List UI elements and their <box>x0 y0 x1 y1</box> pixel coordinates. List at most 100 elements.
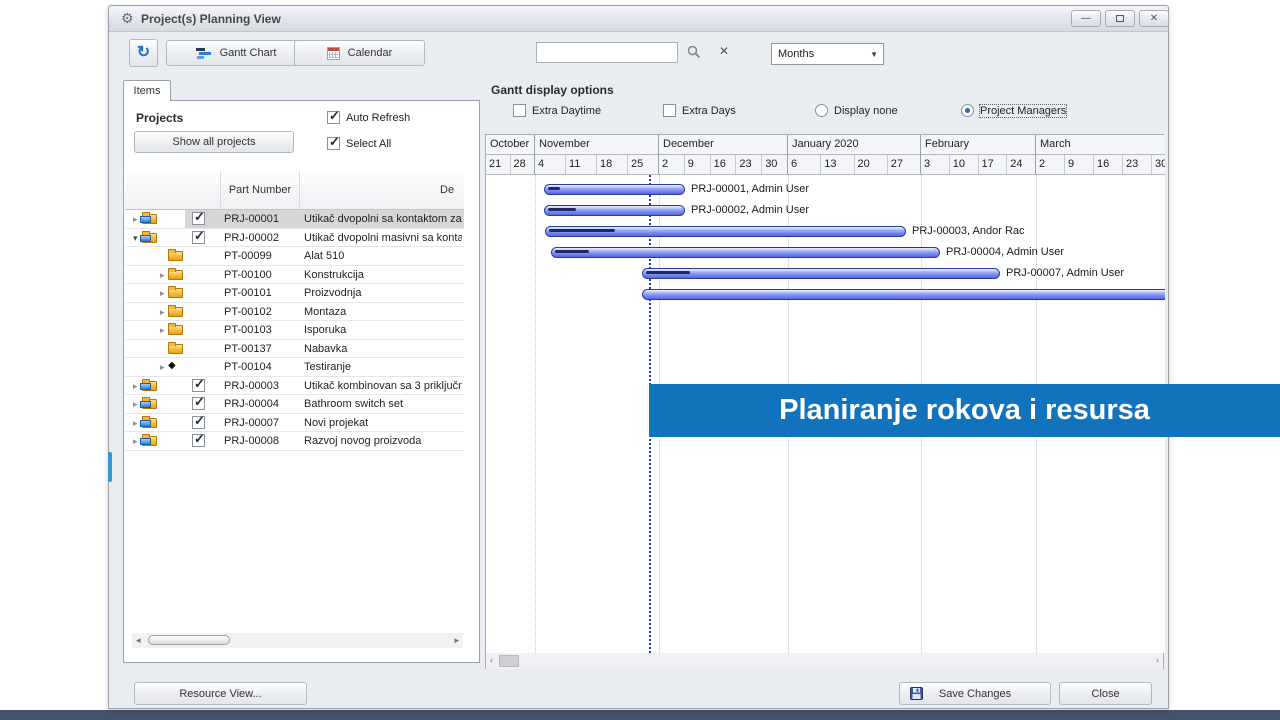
month-gridline <box>535 175 536 653</box>
option-extra-days[interactable]: Extra Days <box>663 104 736 117</box>
month-label: December <box>659 135 787 155</box>
calendar-button[interactable]: Calendar <box>294 40 425 66</box>
checkbox-icon[interactable] <box>327 111 340 124</box>
search-icon[interactable] <box>687 45 701 59</box>
description-cell: Testiranje <box>304 361 462 373</box>
part-number-cell: PRJ-00008 <box>224 435 279 447</box>
checkbox-icon[interactable] <box>327 137 340 150</box>
tree-row[interactable]: ▸◆PT-00104Testiranje <box>125 358 464 377</box>
tree-row[interactable]: ▸PRJ-00008Razvoj novog proizvoda <box>125 432 464 451</box>
maximize-button[interactable] <box>1105 10 1135 27</box>
scale-dropdown[interactable]: Months ▼ <box>771 43 884 65</box>
option-display-none[interactable]: Display none <box>815 104 898 117</box>
scroll-right-icon[interactable]: › <box>1156 654 1159 667</box>
progress-line <box>548 187 560 190</box>
tree-row[interactable]: ▸PRJ-00004Bathroom switch set <box>125 395 464 414</box>
slide-bottom-strip <box>0 710 1280 720</box>
scrollbar-thumb[interactable] <box>499 655 519 667</box>
row-checkbox[interactable] <box>192 212 205 225</box>
scroll-right-icon[interactable]: ▸ <box>454 634 459 647</box>
refresh-button[interactable]: ↻ <box>129 39 158 67</box>
month-label: November <box>535 135 658 155</box>
scroll-left-icon[interactable]: ‹ <box>490 654 493 667</box>
expand-icon[interactable]: ▸ <box>160 270 165 280</box>
tree-row[interactable]: ▸PRJ-00007Novi projekat <box>125 414 464 433</box>
checkbox-icon[interactable] <box>513 104 526 117</box>
search-input[interactable] <box>536 42 678 63</box>
option-project-managers[interactable]: Project Managers <box>961 104 1066 117</box>
expand-icon[interactable]: ▸ <box>160 307 165 317</box>
week-header-cell: 23 <box>1123 155 1152 174</box>
radio-icon[interactable] <box>961 104 974 117</box>
expand-icon[interactable]: ▸ <box>133 436 138 446</box>
expand-icon[interactable]: ▸ <box>133 214 138 224</box>
row-checkbox[interactable] <box>192 379 205 392</box>
expand-icon[interactable]: ▸ <box>160 288 165 298</box>
week-header-cell: 20 <box>855 155 888 174</box>
gantt-bar-label: PRJ-00001, Admin User <box>691 183 809 195</box>
description-cell: Utikač dvopolni sa kontaktom za uz <box>304 213 462 225</box>
tree-row[interactable]: ▾PRJ-00002Utikač dvopolni masivni sa kon… <box>125 229 464 248</box>
close-button[interactable]: Close <box>1059 682 1152 705</box>
tree-row[interactable]: PT-00099Alat 510 <box>125 247 464 266</box>
row-checkbox[interactable] <box>192 416 205 429</box>
description-cell: Nabavka <box>304 343 462 355</box>
resource-view-button[interactable]: Resource View... <box>134 682 307 705</box>
minimize-button[interactable]: — <box>1071 10 1101 27</box>
tab-items[interactable]: Items <box>123 80 171 101</box>
expand-icon[interactable]: ▸ <box>133 418 138 428</box>
row-checkbox[interactable] <box>192 231 205 244</box>
tree-horizontal-scrollbar[interactable]: ◂ ▸ <box>132 633 463 648</box>
tree-row[interactable]: ▸PRJ-00003Utikač kombinovan sa 3 priklju… <box>125 377 464 396</box>
week-header-cell: 4 <box>535 155 566 174</box>
month-header-cell: November4111825 <box>535 135 659 174</box>
select-all-checkbox[interactable]: Select All <box>327 137 391 150</box>
clear-search-icon[interactable]: ✕ <box>719 44 729 58</box>
project-folder-icon <box>142 214 157 224</box>
scrollbar-thumb[interactable] <box>148 635 230 645</box>
tree-row[interactable]: ▸PT-00101Proizvodnja <box>125 284 464 303</box>
title-bar[interactable]: ⚙ Project(s) Planning View — ✕ <box>109 6 1168 32</box>
checkbox-icon[interactable] <box>663 104 676 117</box>
expand-icon[interactable]: ▸ <box>133 399 138 409</box>
month-header-cell: March29162330 <box>1036 135 1165 174</box>
gantt-bar[interactable] <box>544 205 685 216</box>
gantt-chart-button[interactable]: Gantt Chart <box>166 40 306 66</box>
tree-row[interactable]: ▸PT-00102Montaza <box>125 303 464 322</box>
week-header-cell: 2 <box>1036 155 1065 174</box>
option-extra-daytime[interactable]: Extra Daytime <box>513 104 601 117</box>
expand-icon[interactable]: ▸ <box>160 362 165 372</box>
expand-icon[interactable]: ▸ <box>133 381 138 391</box>
project-folder-icon <box>142 233 157 243</box>
show-all-projects-button[interactable]: Show all projects <box>134 131 294 153</box>
auto-refresh-label: Auto Refresh <box>346 112 410 124</box>
gantt-bar[interactable] <box>545 226 906 237</box>
tree-row[interactable]: ▸PT-00103Isporuka <box>125 321 464 340</box>
row-checkbox[interactable] <box>192 397 205 410</box>
tree-row[interactable]: ▸PT-00100Konstrukcija <box>125 266 464 285</box>
tree-row[interactable]: PT-00137Nabavka <box>125 340 464 359</box>
diamond-icon: ◆ <box>168 360 176 371</box>
gantt-bar[interactable] <box>642 268 1000 279</box>
tree-table-header: Part Number Description <box>125 171 464 210</box>
description-column-header: Description <box>300 171 464 210</box>
gantt-bar[interactable] <box>642 289 1165 300</box>
week-row: 4111825 <box>535 155 658 174</box>
radio-icon[interactable] <box>815 104 828 117</box>
save-changes-button[interactable]: Save Changes <box>899 682 1051 705</box>
collapse-icon[interactable]: ▾ <box>133 233 138 243</box>
project-tree: ▸PRJ-00001Utikač dvopolni sa kontaktom z… <box>125 210 464 451</box>
week-header-cell: 24 <box>1007 155 1035 174</box>
gantt-bar[interactable] <box>551 247 940 258</box>
gantt-chart-button-label: Gantt Chart <box>220 47 277 59</box>
week-row: 3101724 <box>921 155 1035 174</box>
description-cell: Utikač kombinovan sa 3 priključnice <box>304 380 462 392</box>
tree-row[interactable]: ▸PRJ-00001Utikač dvopolni sa kontaktom z… <box>125 210 464 229</box>
gantt-horizontal-scrollbar[interactable]: ‹ › <box>486 653 1163 669</box>
close-window-button[interactable]: ✕ <box>1139 10 1169 27</box>
row-checkbox[interactable] <box>192 434 205 447</box>
auto-refresh-checkbox[interactable]: Auto Refresh <box>327 111 410 124</box>
scroll-left-icon[interactable]: ◂ <box>136 634 141 647</box>
expand-icon[interactable]: ▸ <box>160 325 165 335</box>
gantt-bar[interactable] <box>544 184 685 195</box>
